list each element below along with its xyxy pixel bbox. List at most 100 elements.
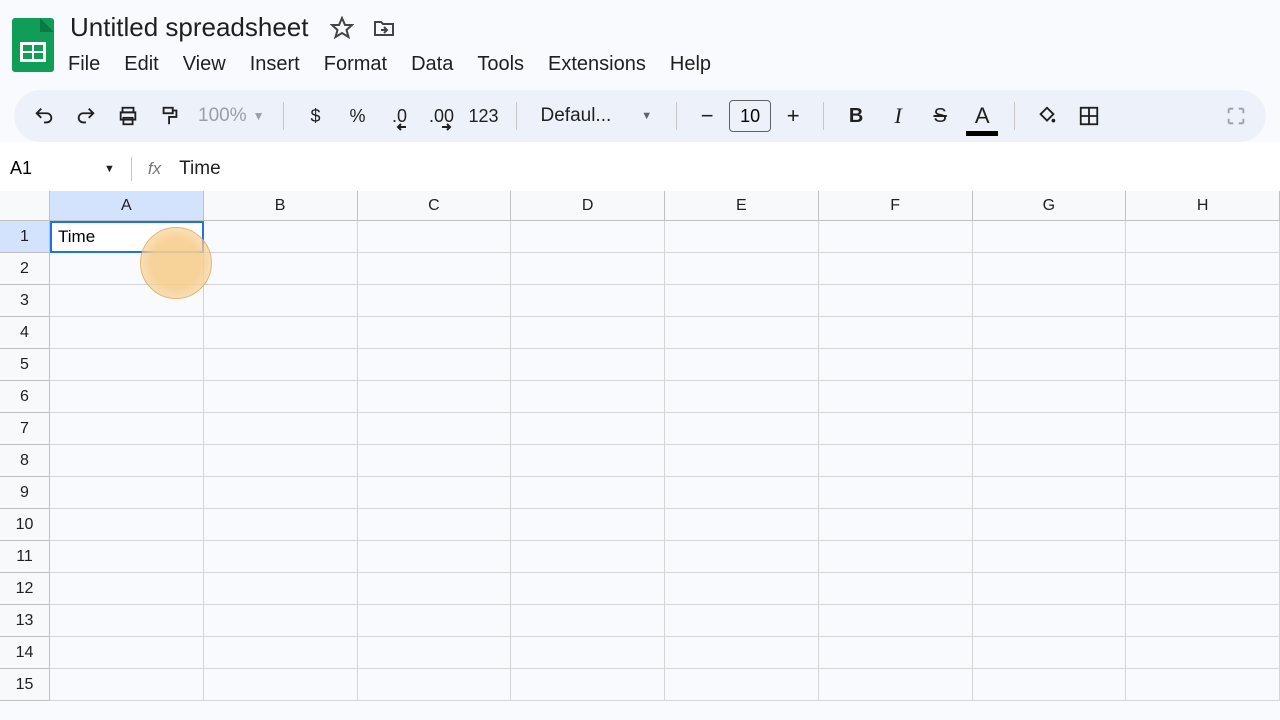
cell-A13[interactable] [50, 605, 204, 637]
cell-H6[interactable] [1126, 381, 1280, 413]
cell-D14[interactable] [511, 637, 665, 669]
font-size-input[interactable]: 10 [729, 100, 771, 132]
cell-B15[interactable] [204, 669, 358, 701]
cell-H10[interactable] [1126, 509, 1280, 541]
cell-E10[interactable] [665, 509, 819, 541]
row-header-2[interactable]: 2 [0, 253, 50, 285]
cell-B12[interactable] [204, 573, 358, 605]
cell-B14[interactable] [204, 637, 358, 669]
cell-G13[interactable] [973, 605, 1127, 637]
menu-extensions[interactable]: Extensions [548, 53, 646, 76]
cell-B11[interactable] [204, 541, 358, 573]
select-all-corner[interactable] [0, 191, 50, 221]
cell-A14[interactable] [50, 637, 204, 669]
cell-C14[interactable] [358, 637, 512, 669]
cell-H3[interactable] [1126, 285, 1280, 317]
cell-F11[interactable] [819, 541, 973, 573]
cell-H2[interactable] [1126, 253, 1280, 285]
cell-E11[interactable] [665, 541, 819, 573]
cell-G12[interactable] [973, 573, 1127, 605]
cell-A5[interactable] [50, 349, 204, 381]
menu-tools[interactable]: Tools [477, 53, 524, 76]
cell-A6[interactable] [50, 381, 204, 413]
menu-edit[interactable]: Edit [124, 53, 158, 76]
star-icon[interactable] [330, 16, 354, 40]
menu-help[interactable]: Help [670, 53, 711, 76]
currency-button[interactable]: $ [302, 102, 330, 130]
cell-C9[interactable] [358, 477, 512, 509]
cell-B2[interactable] [204, 253, 358, 285]
cell-F12[interactable] [819, 573, 973, 605]
menu-insert[interactable]: Insert [250, 53, 300, 76]
menu-file[interactable]: File [68, 53, 100, 76]
cell-F14[interactable] [819, 637, 973, 669]
cell-B7[interactable] [204, 413, 358, 445]
cell-A12[interactable] [50, 573, 204, 605]
cell-G11[interactable] [973, 541, 1127, 573]
cell-D3[interactable] [511, 285, 665, 317]
print-icon[interactable] [114, 102, 142, 130]
cell-D8[interactable] [511, 445, 665, 477]
cell-G14[interactable] [973, 637, 1127, 669]
cell-H5[interactable] [1126, 349, 1280, 381]
col-header-F[interactable]: F [819, 191, 973, 221]
row-header-13[interactable]: 13 [0, 605, 50, 637]
cell-D5[interactable] [511, 349, 665, 381]
name-box[interactable] [6, 156, 96, 181]
row-header-4[interactable]: 4 [0, 317, 50, 349]
cell-H8[interactable] [1126, 445, 1280, 477]
paint-format-icon[interactable] [156, 102, 184, 130]
namebox-caret-icon[interactable]: ▼ [104, 163, 115, 175]
cell-C13[interactable] [358, 605, 512, 637]
cell-E2[interactable] [665, 253, 819, 285]
cell-F1[interactable] [819, 221, 973, 253]
cell-C5[interactable] [358, 349, 512, 381]
cell-D10[interactable] [511, 509, 665, 541]
col-header-C[interactable]: C [358, 191, 512, 221]
cell-F2[interactable] [819, 253, 973, 285]
cell-G7[interactable] [973, 413, 1127, 445]
col-header-B[interactable]: B [204, 191, 358, 221]
row-header-8[interactable]: 8 [0, 445, 50, 477]
cell-H11[interactable] [1126, 541, 1280, 573]
cell-A11[interactable] [50, 541, 204, 573]
cell-E7[interactable] [665, 413, 819, 445]
cell-E14[interactable] [665, 637, 819, 669]
cell-H7[interactable] [1126, 413, 1280, 445]
zoom-select[interactable]: 100% ▼ [198, 105, 265, 127]
cell-E1[interactable] [665, 221, 819, 253]
cell-B10[interactable] [204, 509, 358, 541]
cell-F7[interactable] [819, 413, 973, 445]
cell-A2[interactable] [50, 253, 204, 285]
cell-B3[interactable] [204, 285, 358, 317]
expand-button[interactable] [1222, 102, 1250, 130]
cell-A15[interactable] [50, 669, 204, 701]
cell-G10[interactable] [973, 509, 1127, 541]
borders-button[interactable] [1075, 102, 1103, 130]
undo-icon[interactable] [30, 102, 58, 130]
cell-B9[interactable] [204, 477, 358, 509]
text-color-button[interactable]: A [968, 102, 996, 130]
cell-C11[interactable] [358, 541, 512, 573]
row-header-6[interactable]: 6 [0, 381, 50, 413]
cell-C4[interactable] [358, 317, 512, 349]
cell-F5[interactable] [819, 349, 973, 381]
cell-G5[interactable] [973, 349, 1127, 381]
cell-A9[interactable] [50, 477, 204, 509]
cell-D6[interactable] [511, 381, 665, 413]
cell-E15[interactable] [665, 669, 819, 701]
cell-D7[interactable] [511, 413, 665, 445]
cell-B4[interactable] [204, 317, 358, 349]
cell-H1[interactable] [1126, 221, 1280, 253]
cell-E4[interactable] [665, 317, 819, 349]
cell-F8[interactable] [819, 445, 973, 477]
cell-G3[interactable] [973, 285, 1127, 317]
cell-F10[interactable] [819, 509, 973, 541]
cell-B1[interactable] [204, 221, 358, 253]
menu-view[interactable]: View [183, 53, 226, 76]
cell-A3[interactable] [50, 285, 204, 317]
cell-D13[interactable] [511, 605, 665, 637]
increase-font-button[interactable]: + [781, 104, 805, 128]
cell-G9[interactable] [973, 477, 1127, 509]
cell-E13[interactable] [665, 605, 819, 637]
